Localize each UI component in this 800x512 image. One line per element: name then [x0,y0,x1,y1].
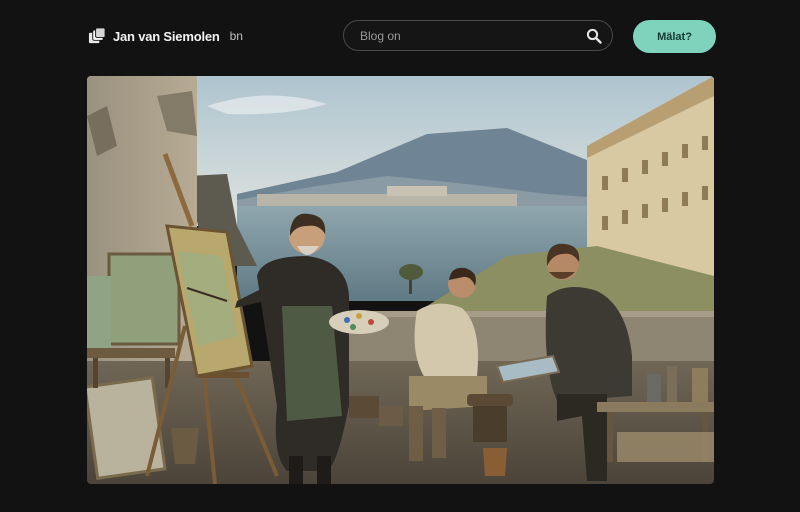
brand-link[interactable]: Jan van Siemolen bn [88,26,243,46]
stacked-pages-icon [88,26,106,43]
brand-name: Jan van Siemolen [113,28,220,44]
painting-scene-illustration [87,76,714,484]
hero-image [87,76,714,484]
cta-button[interactable]: Mälat? [633,20,716,53]
search-bar [343,20,613,51]
page: Jan van Siemolen bn Mälat? [0,0,800,512]
search-input[interactable] [358,27,582,44]
search-icon[interactable] [586,28,602,44]
brand-suffix: bn [229,29,243,43]
